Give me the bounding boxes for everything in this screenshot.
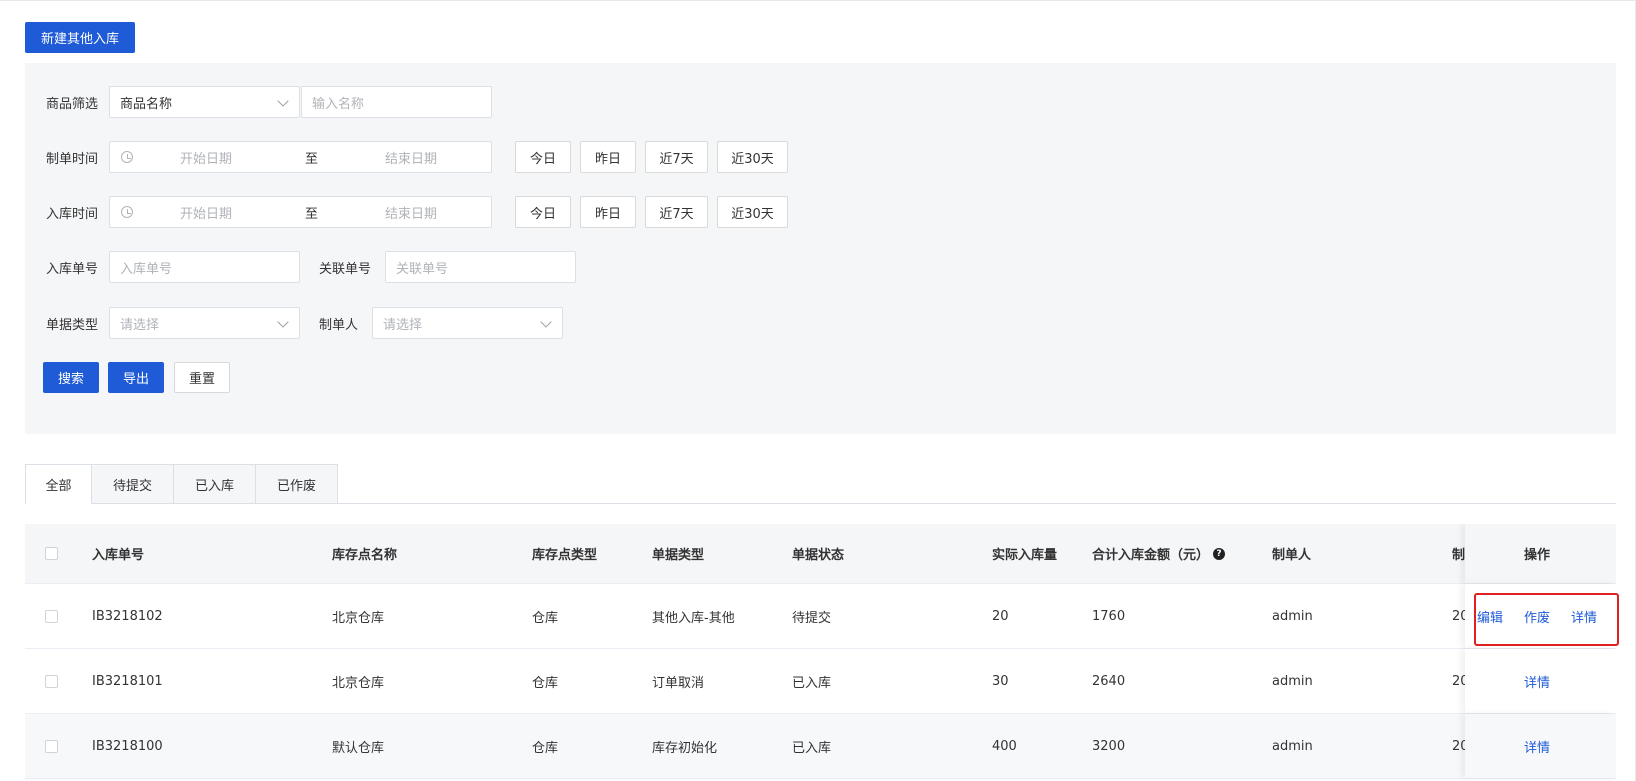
cell-store-type: 仓库 xyxy=(532,675,559,691)
table-header: 入库单号 库存点名称 库存点类型 单据类型 单据状态 实际入库量 合计入库金额（… xyxy=(25,524,1616,584)
detail-link[interactable]: 详情 xyxy=(1524,737,1550,756)
cell-doc-type: 库存初始化 xyxy=(652,740,718,756)
detail-link[interactable]: 详情 xyxy=(1524,672,1550,691)
header-actual-qty: 实际入库量 xyxy=(992,548,1058,563)
cell-store-name: 默认仓库 xyxy=(332,740,385,756)
header-operations: 操作 xyxy=(1524,548,1551,563)
select-all-checkbox[interactable] xyxy=(45,547,58,560)
header-created-at: 制 xyxy=(1452,548,1466,563)
creator-label: 制单人 xyxy=(319,317,359,333)
cell-doc-status: 待提交 xyxy=(792,610,832,626)
filter-row-numbers: 入库单号 入库单号 关联单号 关联单号 xyxy=(25,251,1616,283)
related-no-label: 关联单号 xyxy=(319,261,372,277)
order-time-30days-button[interactable]: 近30天 xyxy=(717,141,788,173)
tab-pending[interactable]: 待提交 xyxy=(92,464,174,504)
row-checkbox[interactable] xyxy=(45,739,58,753)
page: 新建其他入库 商品筛选 商品名称 输入名称 制单时间 开始日期 至 结束日期 今… xyxy=(0,0,1636,781)
doc-type-select[interactable]: 请选择 xyxy=(109,307,300,339)
status-tabs: 全部 待提交 已入库 已作废 xyxy=(25,464,338,504)
reset-button[interactable]: 重置 xyxy=(174,361,230,393)
order-time-label: 制单时间 xyxy=(46,151,99,167)
related-no-input[interactable]: 关联单号 xyxy=(385,251,576,283)
inbound-time-today-button[interactable]: 今日 xyxy=(515,196,571,228)
cell-doc-type: 其他入库-其他 xyxy=(652,610,735,626)
header-store-name: 库存点名称 xyxy=(332,548,398,563)
cell-doc-status: 已入库 xyxy=(792,740,832,756)
table-row: IB3218102 北京仓库 仓库 其他入库-其他 待提交 20 1760 ad… xyxy=(25,584,1616,649)
header-creator: 制单人 xyxy=(1272,548,1312,563)
product-filter-label: 商品筛选 xyxy=(46,96,99,112)
tab-inbound[interactable]: 已入库 xyxy=(174,464,256,504)
filter-panel: 商品筛选 商品名称 输入名称 制单时间 开始日期 至 结束日期 今日 昨日 近7… xyxy=(25,63,1616,434)
inbound-time-7days-button[interactable]: 近7天 xyxy=(645,196,708,228)
cell-store-name: 北京仓库 xyxy=(332,610,385,626)
tab-all[interactable]: 全部 xyxy=(25,464,92,504)
cell-actual-qty: 20 xyxy=(992,608,1009,624)
inbound-time-30days-button[interactable]: 近30天 xyxy=(717,196,788,228)
search-button[interactable]: 搜索 xyxy=(43,361,99,393)
header-store-type: 库存点类型 xyxy=(532,548,598,563)
cell-creator: admin xyxy=(1272,738,1313,754)
edit-link[interactable]: 编辑 xyxy=(1477,607,1503,626)
header-doc-status: 单据状态 xyxy=(792,548,845,563)
product-name-input[interactable]: 输入名称 xyxy=(301,86,492,118)
header-total-amount: 合计入库金额（元） xyxy=(1092,548,1210,563)
cell-store-type: 仓库 xyxy=(532,610,559,626)
order-time-yesterday-button[interactable]: 昨日 xyxy=(580,141,636,173)
tab-voided[interactable]: 已作废 xyxy=(256,464,338,504)
product-field-select[interactable]: 商品名称 xyxy=(109,86,300,118)
row-checkbox[interactable] xyxy=(45,674,58,688)
header-inbound-no: 入库单号 xyxy=(92,548,145,563)
creator-select[interactable]: 请选择 xyxy=(372,307,563,339)
detail-link[interactable]: 详情 xyxy=(1571,607,1597,626)
cell-inbound-no: IB3218102 xyxy=(92,608,163,624)
filter-actions: 搜索 导出 重置 xyxy=(25,361,1616,393)
cell-store-type: 仓库 xyxy=(532,740,559,756)
clock-icon xyxy=(121,151,133,163)
row-checkbox[interactable] xyxy=(45,609,58,623)
cell-total-amount: 3200 xyxy=(1092,738,1126,754)
cell-inbound-no: IB3218100 xyxy=(92,738,163,754)
cell-total-amount: 1760 xyxy=(1092,608,1126,624)
chevron-down-icon xyxy=(277,95,289,107)
order-time-today-button[interactable]: 今日 xyxy=(515,141,571,173)
table-row: IB3218100 默认仓库 仓库 库存初始化 已入库 400 3200 adm… xyxy=(25,714,1616,779)
filter-row-type-creator: 单据类型 请选择 制单人 请选择 xyxy=(25,307,1616,339)
clock-icon xyxy=(121,206,133,218)
void-link[interactable]: 作废 xyxy=(1524,607,1550,626)
cell-actual-qty: 400 xyxy=(992,738,1017,754)
inbound-no-input[interactable]: 入库单号 xyxy=(109,251,300,283)
help-icon[interactable]: ? xyxy=(1213,547,1226,560)
cell-actual-qty: 30 xyxy=(992,673,1009,689)
filter-row-product: 商品筛选 商品名称 输入名称 xyxy=(25,86,1616,118)
order-time-7days-button[interactable]: 近7天 xyxy=(645,141,708,173)
filter-row-inbound-time: 入库时间 开始日期 至 结束日期 今日 昨日 近7天 近30天 xyxy=(25,196,1616,228)
inbound-time-label: 入库时间 xyxy=(46,206,99,222)
header-doc-type: 单据类型 xyxy=(652,548,705,563)
cell-inbound-no: IB3218101 xyxy=(92,673,163,689)
cell-doc-status: 已入库 xyxy=(792,675,832,691)
cell-creator: admin xyxy=(1272,673,1313,689)
chevron-down-icon xyxy=(277,316,289,328)
order-time-range-picker[interactable]: 开始日期 至 结束日期 xyxy=(109,141,492,173)
inbound-time-yesterday-button[interactable]: 昨日 xyxy=(580,196,636,228)
cell-creator: admin xyxy=(1272,608,1313,624)
cell-store-name: 北京仓库 xyxy=(332,675,385,691)
table-row: IB3218101 北京仓库 仓库 订单取消 已入库 30 2640 admin… xyxy=(25,649,1616,714)
doc-type-label: 单据类型 xyxy=(46,317,99,333)
chevron-down-icon xyxy=(540,316,552,328)
export-button[interactable]: 导出 xyxy=(108,361,164,393)
inbound-no-label: 入库单号 xyxy=(46,261,99,277)
inbound-table: 入库单号 库存点名称 库存点类型 单据类型 单据状态 实际入库量 合计入库金额（… xyxy=(25,524,1616,781)
new-other-inbound-button[interactable]: 新建其他入库 xyxy=(25,22,135,53)
inbound-time-range-picker[interactable]: 开始日期 至 结束日期 xyxy=(109,196,492,228)
filter-row-order-time: 制单时间 开始日期 至 结束日期 今日 昨日 近7天 近30天 xyxy=(25,141,1616,173)
cell-doc-type: 订单取消 xyxy=(652,675,705,691)
cell-total-amount: 2640 xyxy=(1092,673,1126,689)
